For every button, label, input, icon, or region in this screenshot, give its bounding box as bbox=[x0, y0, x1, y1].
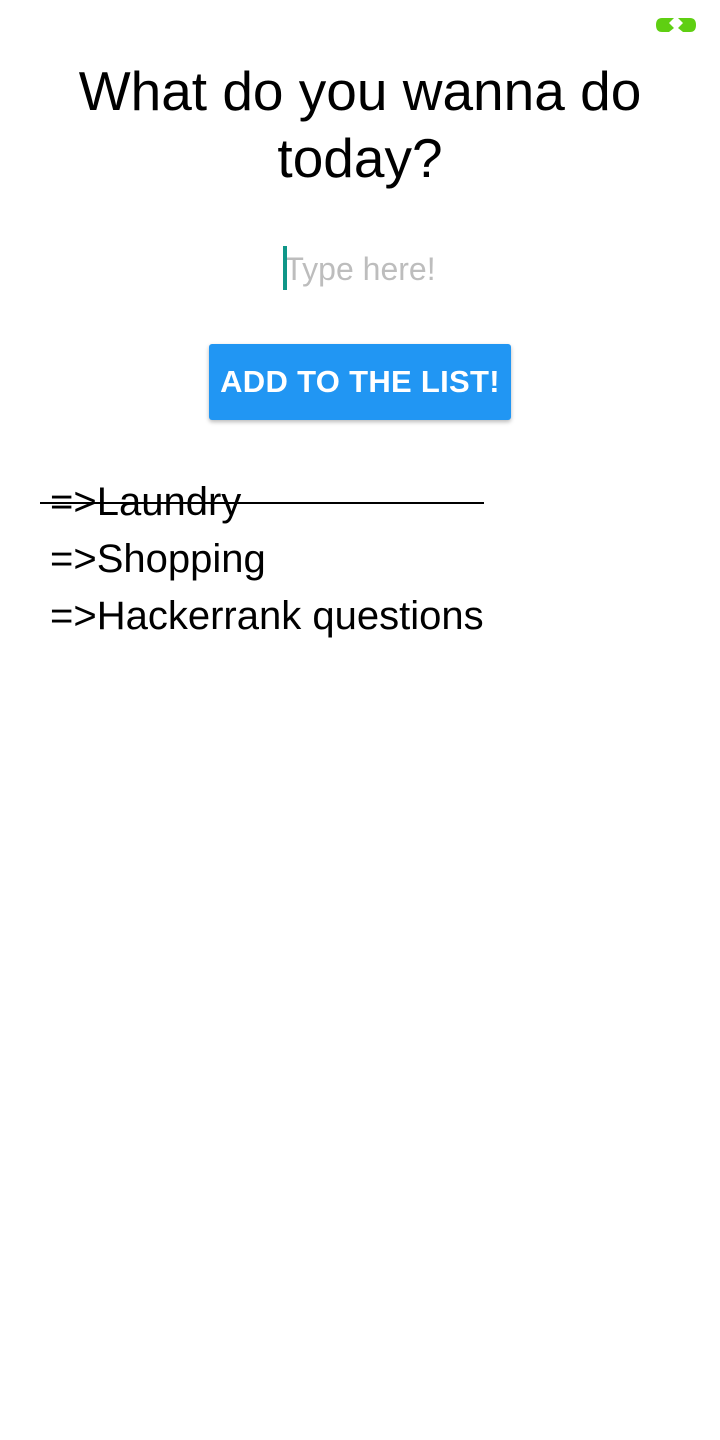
add-to-list-button[interactable]: ADD TO THE LIST! bbox=[209, 344, 511, 420]
todo-input-container[interactable] bbox=[200, 244, 520, 294]
todo-item-text: =>Hackerrank questions bbox=[50, 594, 484, 638]
strikethrough-line bbox=[40, 502, 484, 504]
todo-item[interactable]: =>Shopping bbox=[40, 531, 484, 588]
todo-item[interactable]: =>Laundry bbox=[40, 474, 484, 531]
todo-list: =>Laundry =>Shopping =>Hackerrank questi… bbox=[40, 474, 484, 645]
text-caret bbox=[283, 246, 287, 290]
todo-input[interactable] bbox=[200, 244, 520, 294]
todo-item[interactable]: =>Hackerrank questions bbox=[40, 588, 484, 645]
double-chevron-badge-icon bbox=[655, 17, 697, 33]
page-title: What do you wanna do today? bbox=[78, 60, 642, 189]
todo-item-text: =>Shopping bbox=[50, 537, 266, 581]
